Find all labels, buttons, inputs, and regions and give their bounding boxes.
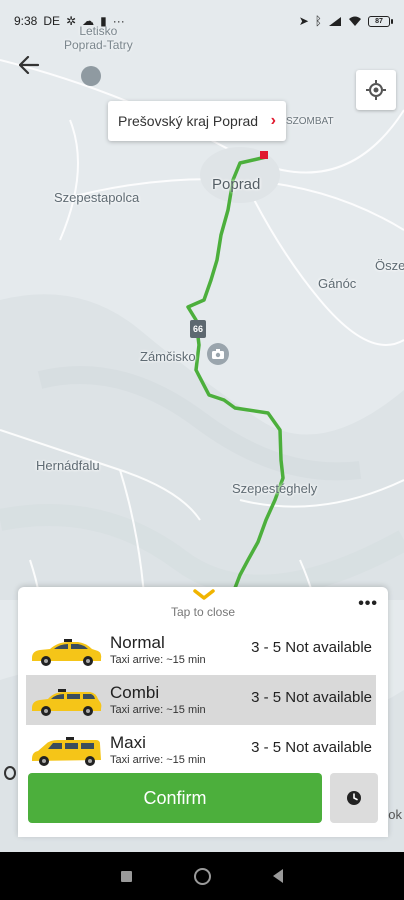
taxi-van-icon (32, 737, 101, 766)
road-number-badge: 66 (190, 320, 206, 338)
ride-option-name: Combi (110, 683, 160, 702)
more-notifications-icon: ··· (112, 14, 125, 28)
crosshair-icon (366, 80, 386, 100)
ride-option-eta: Taxi arrive: ~15 min (110, 754, 206, 766)
destination-callout[interactable]: Prešovský kraj Poprad › (108, 101, 286, 141)
more-options-button[interactable]: ••• (358, 595, 378, 613)
location-arrow-icon: ➤ (298, 14, 309, 28)
confirm-button[interactable]: Confirm (28, 773, 322, 823)
ride-option-maxi[interactable]: Maxi Taxi arrive: ~15 min 3 - 5 Not avai… (26, 725, 376, 775)
ride-option-name: Maxi (110, 733, 146, 752)
carrier-badge: DE (43, 14, 61, 28)
ride-options-sheet: Tap to close ••• Normal Taxi arrive: ~15… (18, 587, 388, 837)
bluetooth-icon: ᛒ (314, 14, 322, 28)
side-peek-text: ok (388, 807, 402, 822)
chevron-right-icon: › (270, 112, 276, 129)
ride-option-name: Normal (110, 633, 165, 652)
settings-status-icon: ✲ (66, 14, 77, 28)
destination-callout-label: Prešovský kraj Poprad (118, 113, 259, 129)
ride-option-price: 3 - 5 Not available (251, 739, 372, 756)
status-time: 9:38 (14, 14, 38, 28)
ride-option-eta: Taxi arrive: ~15 min (110, 654, 206, 666)
place-szepestapolca: Szepestapolca (54, 190, 140, 205)
recents-icon[interactable] (121, 870, 132, 882)
destination-marker (260, 151, 268, 159)
ride-option-eta: Taxi arrive: ~15 min (110, 704, 206, 716)
signal-icon (329, 16, 341, 26)
cloud-icon: ☁ (82, 14, 95, 28)
taxi-sedan-icon (32, 639, 102, 666)
taxi-wagon-icon (32, 689, 102, 716)
system-nav-bar (0, 852, 404, 900)
ride-options-list: Normal Taxi arrive: ~15 min 3 - 5 Not av… (26, 625, 376, 775)
place-poprad: Poprad (212, 176, 261, 193)
back-button[interactable] (12, 48, 46, 82)
status-bar: 9:38 DE ✲ ☁ ▮ ··· ➤ ᛒ 87 (0, 0, 404, 42)
wifi-icon (349, 16, 361, 26)
ride-option-normal[interactable]: Normal Taxi arrive: ~15 min 3 - 5 Not av… (26, 625, 376, 675)
home-icon[interactable] (194, 867, 211, 885)
ride-option-combi[interactable]: Combi Taxi arrive: ~15 min 3 - 5 Not ava… (26, 675, 376, 725)
clock-icon (347, 791, 361, 805)
trash-icon: ▮ (100, 14, 107, 28)
place-szombat: SZOMBAT (286, 116, 334, 127)
place-ganoc: Gánóc (318, 276, 357, 291)
chevron-down-icon[interactable] (193, 589, 215, 601)
place-szepesteghely: Szepestéghely (232, 481, 318, 496)
ride-option-price: 3 - 5 Not available (251, 639, 372, 656)
ride-option-price: 3 - 5 Not available (251, 689, 372, 706)
schedule-button[interactable] (330, 773, 378, 823)
place-hernadfalu: Hernádfalu (36, 458, 100, 473)
arrow-left-icon (19, 56, 39, 74)
my-location-button[interactable] (356, 70, 396, 110)
place-zamcisko: Zámčisko (140, 349, 196, 364)
tap-to-close-label[interactable]: Tap to close (18, 605, 388, 619)
back-triangle-icon[interactable] (273, 869, 283, 883)
camera-icon (207, 343, 229, 365)
side-peek-icon (4, 766, 16, 780)
battery-icon: 87 (368, 15, 393, 27)
place-osze: Ösze (375, 258, 404, 273)
